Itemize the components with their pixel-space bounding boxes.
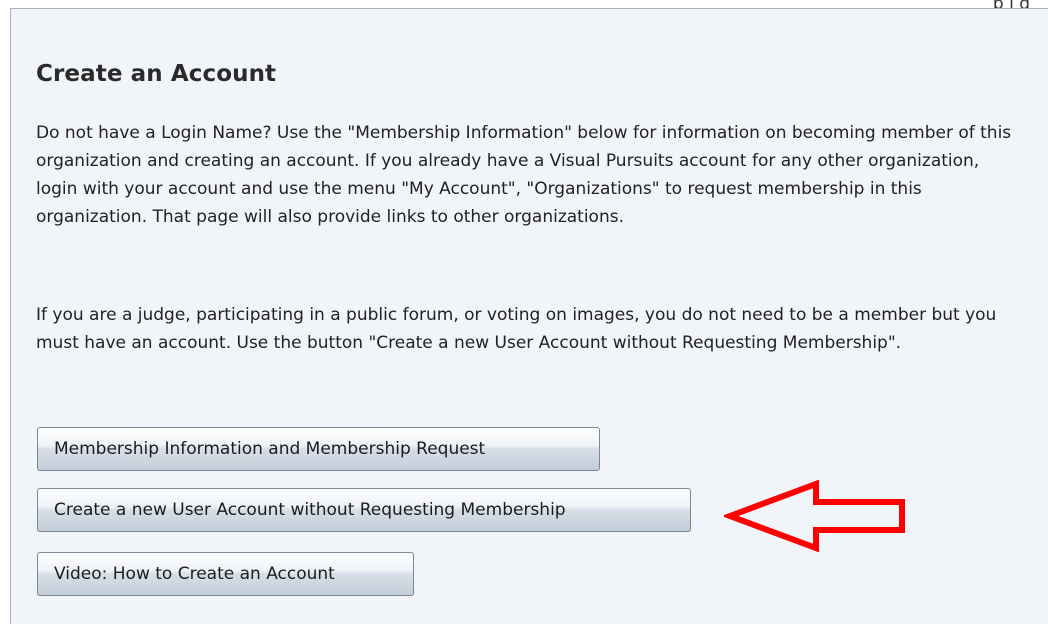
page-title: Create an Account bbox=[36, 61, 277, 87]
video-how-to-button[interactable]: Video: How to Create an Account bbox=[37, 552, 414, 596]
red-arrow-icon bbox=[724, 479, 905, 553]
membership-info-paragraph: Do not have a Login Name? Use the "Membe… bbox=[36, 123, 1012, 227]
membership-request-button[interactable]: Membership Information and Membership Re… bbox=[37, 427, 600, 471]
judge-info-paragraph: If you are a judge, participating in a p… bbox=[36, 305, 997, 353]
create-user-account-button[interactable]: Create a new User Account without Reques… bbox=[37, 488, 691, 532]
